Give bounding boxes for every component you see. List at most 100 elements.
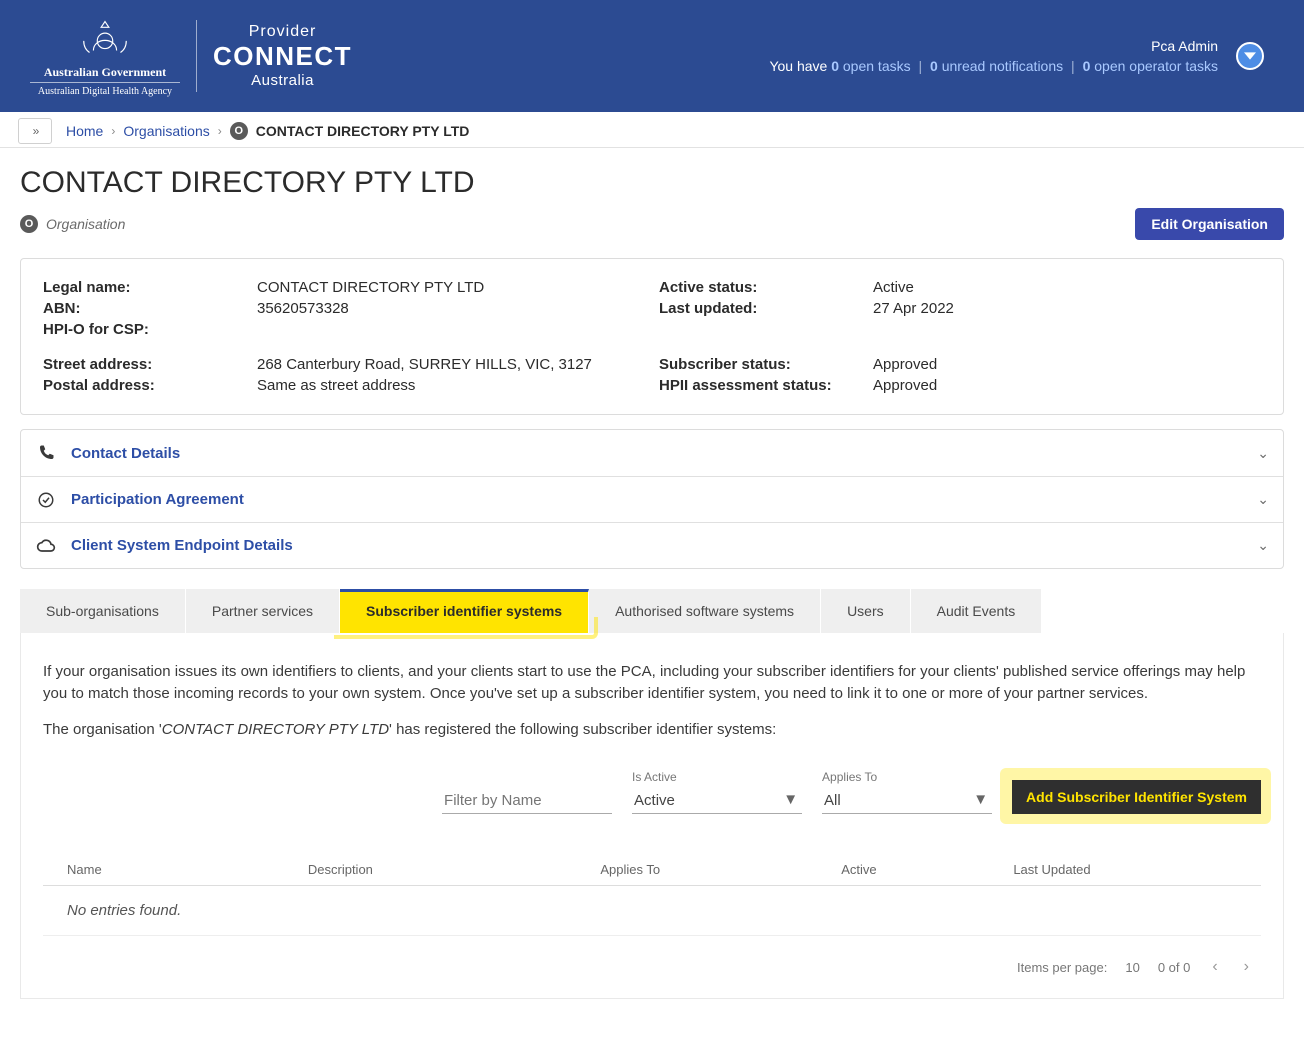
brand-bot: Australia (213, 72, 352, 89)
applies-to-label: Applies To (822, 770, 992, 784)
tabs: Sub-organisations Partner services Subsc… (20, 589, 1284, 633)
chevron-right-icon: › (218, 124, 222, 138)
check-circle-icon (35, 491, 57, 509)
abn-label: ABN: (43, 300, 243, 317)
chevron-right-double-icon: » (33, 124, 38, 138)
subscriber-status-value: Approved (873, 356, 1261, 373)
page-body: CONTACT DIRECTORY PTY LTD O Organisation… (0, 148, 1304, 1059)
pager-range: 0 of 0 (1158, 960, 1191, 975)
phone-icon (35, 444, 57, 462)
org-badge: O (230, 122, 248, 140)
legal-name-value: CONTACT DIRECTORY PTY LTD (257, 279, 645, 296)
sep: | (1067, 58, 1079, 74)
col-active: Active (841, 862, 1013, 877)
tab-audit-events[interactable]: Audit Events (911, 589, 1043, 633)
brand-mid: CONNECT (213, 41, 352, 72)
panel-registered-line: The organisation 'CONTACT DIRECTORY PTY … (43, 719, 1261, 741)
chevron-down-icon: ⌄ (1257, 445, 1269, 462)
gov-divider (30, 82, 180, 83)
table-empty-row: No entries found. (43, 886, 1261, 936)
hpii-status-value: Approved (873, 377, 1261, 394)
street-address-label: Street address: (43, 356, 243, 373)
panel-intro: If your organisation issues its own iden… (43, 661, 1261, 705)
participation-agreement-row[interactable]: Participation Agreement ⌄ (21, 476, 1283, 522)
pager-size-select[interactable]: 10 (1125, 960, 1139, 975)
tab-partner-services[interactable]: Partner services (186, 589, 340, 633)
is-active-select[interactable]: Active (632, 788, 802, 814)
hpii-status-label: HPII assessment status: (659, 377, 859, 394)
active-status-value: Active (873, 279, 1261, 296)
unread-notifications-link[interactable]: 0 unread notifications (930, 58, 1063, 74)
breadcrumb-home[interactable]: Home (66, 123, 103, 139)
tab-users[interactable]: Users (821, 589, 911, 633)
add-button-wrap: Add Subscriber Identifier System (1012, 780, 1261, 814)
banner-left: Australian Government Australian Digital… (30, 15, 352, 98)
open-operator-tasks-link[interactable]: 0 open operator tasks (1083, 58, 1218, 74)
pager-prev-button[interactable]: ‹ (1208, 954, 1221, 980)
subtitle-row: O Organisation Edit Organisation (20, 208, 1284, 240)
applies-to-select[interactable]: All (822, 788, 992, 814)
last-updated-label: Last updated: (659, 300, 859, 317)
col-applies-to: Applies To (600, 862, 841, 877)
is-active-field: Is Active Active ▼ (632, 770, 802, 814)
breadcrumb-current: CONTACT DIRECTORY PTY LTD (256, 123, 470, 139)
brand-block: Provider CONNECT Australia (213, 23, 352, 89)
col-last-updated: Last Updated (1013, 862, 1237, 877)
endpoint-details-row[interactable]: Client System Endpoint Details ⌄ (21, 522, 1283, 568)
cloud-icon (35, 537, 57, 555)
gov-title: Australian Government (30, 66, 180, 79)
tab-authorised-software-systems[interactable]: Authorised software systems (589, 589, 821, 633)
chevron-down-icon: ⌄ (1257, 537, 1269, 554)
tab-subscriber-identifier-systems[interactable]: Subscriber identifier systems (340, 589, 589, 633)
page-title: CONTACT DIRECTORY PTY LTD (20, 166, 1284, 200)
page-subtitle: Organisation (46, 216, 125, 232)
vertical-divider (196, 20, 197, 92)
filter-name-input[interactable] (442, 788, 612, 814)
postal-address-label: Postal address: (43, 377, 243, 394)
pager: Items per page: 10 0 of 0 ‹ › (43, 954, 1261, 980)
chevron-down-icon (1244, 50, 1256, 62)
last-updated-value: 27 Apr 2022 (873, 300, 1261, 317)
col-description: Description (308, 862, 601, 877)
top-banner: Australian Government Australian Digital… (0, 0, 1304, 112)
table-header: Name Description Applies To Active Last … (43, 854, 1261, 886)
contact-details-title: Contact Details (71, 445, 180, 462)
user-menu-button[interactable] (1236, 42, 1264, 70)
hpio-value (257, 321, 645, 338)
subscriber-status-label: Subscriber status: (659, 356, 859, 373)
admin-name: Pca Admin (769, 38, 1218, 54)
breadcrumb: Home › Organisations › O CONTACT DIRECTO… (66, 122, 469, 140)
info-grid: Legal name: CONTACT DIRECTORY PTY LTD Ac… (43, 279, 1261, 394)
gov-subtitle: Australian Digital Health Agency (30, 86, 180, 97)
admin-block: Pca Admin You have 0 open tasks | 0 unre… (769, 38, 1218, 74)
hpio-label: HPI-O for CSP: (43, 321, 243, 338)
open-tasks-link[interactable]: 0 open tasks (831, 58, 910, 74)
brand-top: Provider (213, 23, 352, 41)
sidebar-toggle-button[interactable]: » (18, 118, 52, 144)
expandable-section: Contact Details ⌄ Participation Agreemen… (20, 429, 1284, 569)
col-name: Name (67, 862, 308, 877)
breadcrumb-bar: » Home › Organisations › O CONTACT DIREC… (0, 114, 1304, 148)
pager-next-button[interactable]: › (1240, 954, 1253, 980)
participation-agreement-title: Participation Agreement (71, 491, 244, 508)
pager-label: Items per page: (1017, 960, 1107, 975)
street-address-value: 268 Canterbury Road, SURREY HILLS, VIC, … (257, 356, 645, 373)
endpoint-details-title: Client System Endpoint Details (71, 537, 293, 554)
breadcrumb-organisations[interactable]: Organisations (123, 123, 209, 139)
identifier-systems-table: Name Description Applies To Active Last … (43, 854, 1261, 936)
tasks-line: You have 0 open tasks | 0 unread notific… (769, 58, 1218, 74)
sep: | (915, 58, 927, 74)
chevron-down-icon: ⌄ (1257, 491, 1269, 508)
tab-panel: If your organisation issues its own iden… (20, 633, 1284, 999)
tab-sub-organisations[interactable]: Sub-organisations (20, 589, 186, 633)
edit-organisation-button[interactable]: Edit Organisation (1135, 208, 1284, 240)
chevron-right-icon: › (111, 124, 115, 138)
tasks-prefix: You have (769, 58, 831, 74)
gov-crest-block: Australian Government Australian Digital… (30, 15, 180, 98)
abn-value: 35620573328 (257, 300, 645, 317)
subtitle-left: O Organisation (20, 215, 125, 233)
contact-details-row[interactable]: Contact Details ⌄ (21, 430, 1283, 476)
active-status-label: Active status: (659, 279, 859, 296)
add-subscriber-identifier-system-button[interactable]: Add Subscriber Identifier System (1012, 780, 1261, 814)
is-active-label: Is Active (632, 770, 802, 784)
